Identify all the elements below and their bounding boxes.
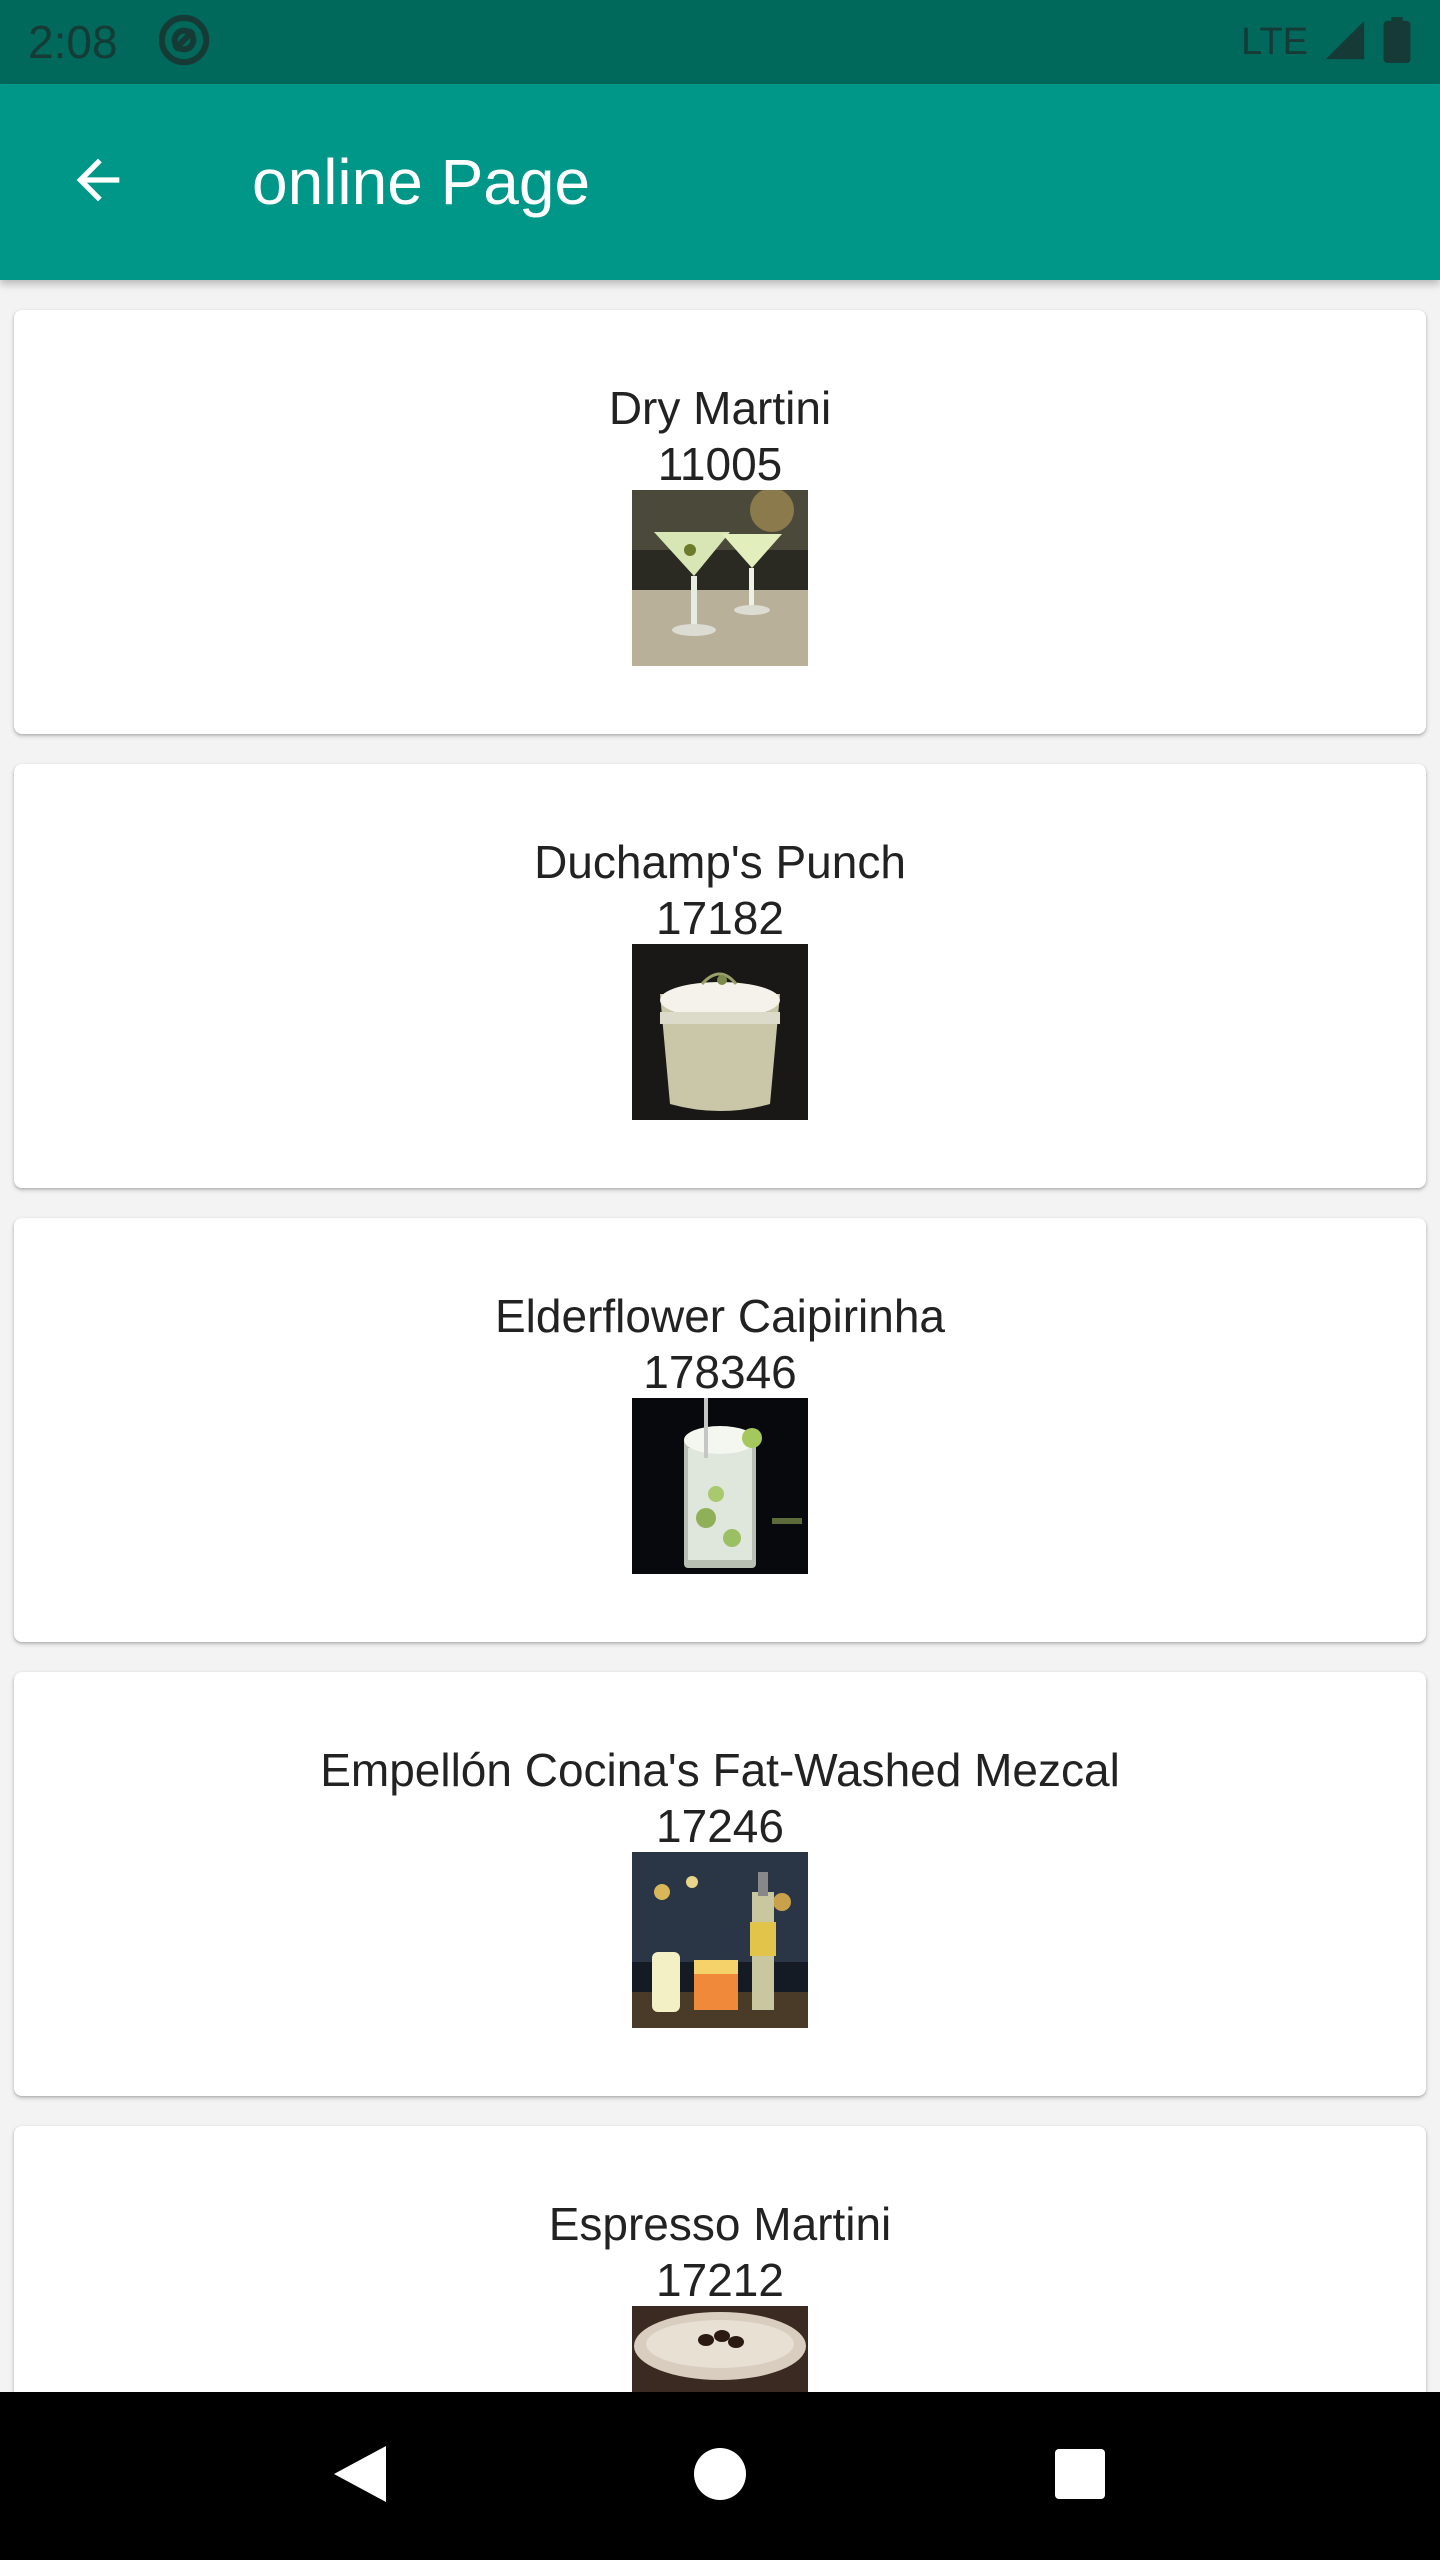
drink-thumbnail [632,490,808,666]
drink-name: Dry Martini [608,382,832,434]
status-time: 2:08 [28,16,118,68]
drink-id: 178346 [643,1346,797,1398]
drink-name: Espresso Martini [548,2198,892,2250]
status-bar: 2:08 LTE [0,0,1440,84]
nav-recents-button[interactable] [1020,2416,1140,2536]
drink-name: Empellón Cocina's Fat-Washed Mezcal [320,1744,1120,1796]
drink-name: Duchamp's Punch [534,836,906,888]
drink-card[interactable]: Empellón Cocina's Fat-Washed Mezcal 1724… [14,1672,1426,2096]
back-button[interactable] [48,132,148,232]
network-type: LTE [1241,20,1308,63]
drink-id: 17212 [656,2254,784,2306]
drink-card[interactable]: Duchamp's Punch 17182 [14,764,1426,1188]
nav-back-button[interactable] [300,2416,420,2536]
signal-icon [1322,17,1368,68]
drink-id: 17182 [656,892,784,944]
drink-thumbnail [632,1398,808,1574]
drink-card[interactable]: Dry Martini 11005 [14,310,1426,734]
app-bar: online Page [0,84,1440,280]
circle-home-icon [692,2446,748,2507]
drink-id: 11005 [657,438,783,490]
drink-thumbnail [632,1852,808,2028]
drink-list[interactable]: Dry Martini 11005 Duchamp's Punch 17182 [0,280,1440,2392]
arrow-back-icon [66,148,130,217]
drink-card[interactable]: Espresso Martini 17212 [14,2126,1426,2392]
drink-id: 17246 [656,1800,784,1852]
battery-icon [1382,16,1412,68]
square-recents-icon [1053,2447,1107,2506]
page-title: online Page [252,146,591,218]
nav-home-button[interactable] [660,2416,780,2536]
drink-name: Elderflower Caipirinha [495,1290,945,1342]
triangle-back-icon [330,2442,390,2511]
at-sign-icon [156,12,212,73]
drink-thumbnail [632,2306,808,2392]
drink-thumbnail [632,944,808,1120]
system-nav-bar [0,2392,1440,2560]
drink-card[interactable]: Elderflower Caipirinha 178346 [14,1218,1426,1642]
